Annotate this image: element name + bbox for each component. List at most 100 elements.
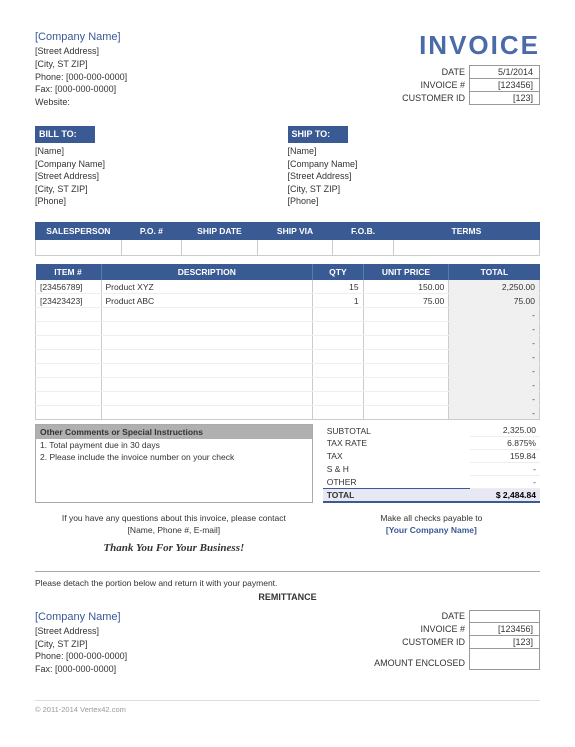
taxrate-value: 6.875% xyxy=(470,437,540,450)
remit-invoice-value: [123456] xyxy=(470,622,540,635)
bill-to-street: [Street Address] xyxy=(35,170,288,183)
remit-company-name: [Company Name] xyxy=(35,610,127,625)
items-header-description: DESCRIPTION xyxy=(101,264,313,280)
item-cell-qty xyxy=(313,350,363,364)
detach-instruction: Please detach the portion below and retu… xyxy=(35,578,540,588)
details-header-fob: F.O.B. xyxy=(333,222,393,239)
remit-company-city: [City, ST ZIP] xyxy=(35,638,127,651)
item-cell-total: - xyxy=(449,406,540,420)
grand-label: TOTAL xyxy=(323,489,470,503)
remit-meta-block: DATE INVOICE #[123456] CUSTOMER ID[123] … xyxy=(370,610,540,670)
remit-company-phone: Phone: [000-000-0000] xyxy=(35,650,127,663)
item-row: - xyxy=(36,350,540,364)
details-header-terms: TERMS xyxy=(393,222,539,239)
item-row: - xyxy=(36,364,540,378)
bill-ship-row: BILL TO: [Name] [Company Name] [Street A… xyxy=(35,126,540,208)
item-cell-total: - xyxy=(449,322,540,336)
other-value: - xyxy=(470,476,540,489)
payable-name: [Your Company Name] xyxy=(323,525,540,537)
contact-block: If you have any questions about this inv… xyxy=(35,513,313,556)
company-city: [City, ST ZIP] xyxy=(35,58,127,71)
ship-to-block: SHIP TO: [Name] [Company Name] [Street A… xyxy=(288,126,541,208)
item-cell-total: 75.00 xyxy=(449,294,540,308)
item-cell-description xyxy=(101,322,313,336)
item-cell-price: 75.00 xyxy=(363,294,449,308)
item-cell-item xyxy=(36,308,102,322)
item-cell-price xyxy=(363,350,449,364)
contact-line2: [Name, Phone #, E-mail] xyxy=(35,525,313,537)
items-header-item: ITEM # xyxy=(36,264,102,280)
item-cell-price xyxy=(363,336,449,350)
item-cell-description xyxy=(101,308,313,322)
item-cell-qty xyxy=(313,406,363,420)
item-cell-item: [23456789] xyxy=(36,280,102,294)
company-block: [Company Name] [Street Address] [City, S… xyxy=(35,30,127,108)
bill-to-name: [Name] xyxy=(35,145,288,158)
subtotal-label: SUBTOTAL xyxy=(323,424,470,437)
comments-line1: 1. Total payment due in 30 days xyxy=(36,439,312,451)
meta-customer-label: CUSTOMER ID xyxy=(398,92,469,105)
remit-customer-label: CUSTOMER ID xyxy=(370,635,469,648)
item-cell-price: 150.00 xyxy=(363,280,449,294)
grand-value: $ 2,484.84 xyxy=(470,489,540,503)
item-cell-price xyxy=(363,406,449,420)
footer-copyright: © 2011-2014 Vertex42.com xyxy=(35,700,540,714)
item-cell-description xyxy=(101,392,313,406)
item-cell-qty xyxy=(313,308,363,322)
item-cell-total: - xyxy=(449,350,540,364)
item-cell-qty xyxy=(313,392,363,406)
invoice-meta-table: DATE5/1/2014 INVOICE #[123456] CUSTOMER … xyxy=(398,65,540,105)
items-table: ITEM # DESCRIPTION QTY UNIT PRICE TOTAL … xyxy=(35,264,540,421)
item-cell-price xyxy=(363,364,449,378)
item-cell-qty: 1 xyxy=(313,294,363,308)
item-row: - xyxy=(36,308,540,322)
ship-to-phone: [Phone] xyxy=(288,195,541,208)
item-cell-item xyxy=(36,406,102,420)
ship-to-street: [Street Address] xyxy=(288,170,541,183)
other-label: OTHER xyxy=(323,476,470,489)
item-cell-description xyxy=(101,350,313,364)
details-header-po: P.O. # xyxy=(121,222,181,239)
remittance-row: [Company Name] [Street Address] [City, S… xyxy=(35,610,540,676)
items-header-price: UNIT PRICE xyxy=(363,264,449,280)
item-cell-qty xyxy=(313,364,363,378)
sh-label: S & H xyxy=(323,463,470,476)
items-header-total: TOTAL xyxy=(449,264,540,280)
remit-invoice-label: INVOICE # xyxy=(370,622,469,635)
taxrate-label: TAX RATE xyxy=(323,437,470,450)
items-header-qty: QTY xyxy=(313,264,363,280)
item-row: [23423423]Product ABC175.0075.00 xyxy=(36,294,540,308)
company-fax: Fax: [000-000-0000] xyxy=(35,83,127,96)
bill-to-city: [City, ST ZIP] xyxy=(35,183,288,196)
item-cell-item xyxy=(36,350,102,364)
thank-you-text: Thank You For Your Business! xyxy=(35,541,313,556)
bill-to-phone: [Phone] xyxy=(35,195,288,208)
comments-line2: 2. Please include the invoice number on … xyxy=(36,451,312,463)
contact-line1: If you have any questions about this inv… xyxy=(35,513,313,525)
remit-date-value xyxy=(470,610,540,622)
tax-value: 159.84 xyxy=(470,450,540,463)
below-totals-row: If you have any questions about this inv… xyxy=(35,513,540,556)
item-cell-price xyxy=(363,308,449,322)
ship-to-company: [Company Name] xyxy=(288,158,541,171)
item-row: - xyxy=(36,406,540,420)
details-header-salesperson: SALESPERSON xyxy=(36,222,122,239)
item-cell-qty xyxy=(313,322,363,336)
item-cell-item xyxy=(36,364,102,378)
item-row: - xyxy=(36,322,540,336)
ship-to-name: [Name] xyxy=(288,145,541,158)
item-cell-total: - xyxy=(449,364,540,378)
item-cell-description xyxy=(101,406,313,420)
remit-date-label: DATE xyxy=(370,610,469,622)
meta-customer-value: [123] xyxy=(470,92,540,105)
ship-to-header: SHIP TO: xyxy=(288,126,348,143)
below-items-row: Other Comments or Special Instructions 1… xyxy=(35,424,540,503)
payable-block: Make all checks payable to [Your Company… xyxy=(323,513,540,556)
item-cell-item: [23423423] xyxy=(36,294,102,308)
remit-amount-label: AMOUNT ENCLOSED xyxy=(370,648,469,669)
meta-invoice-value: [123456] xyxy=(470,79,540,92)
meta-date-label: DATE xyxy=(398,66,469,79)
remit-customer-value: [123] xyxy=(470,635,540,648)
bill-to-company: [Company Name] xyxy=(35,158,288,171)
item-cell-total: - xyxy=(449,336,540,350)
